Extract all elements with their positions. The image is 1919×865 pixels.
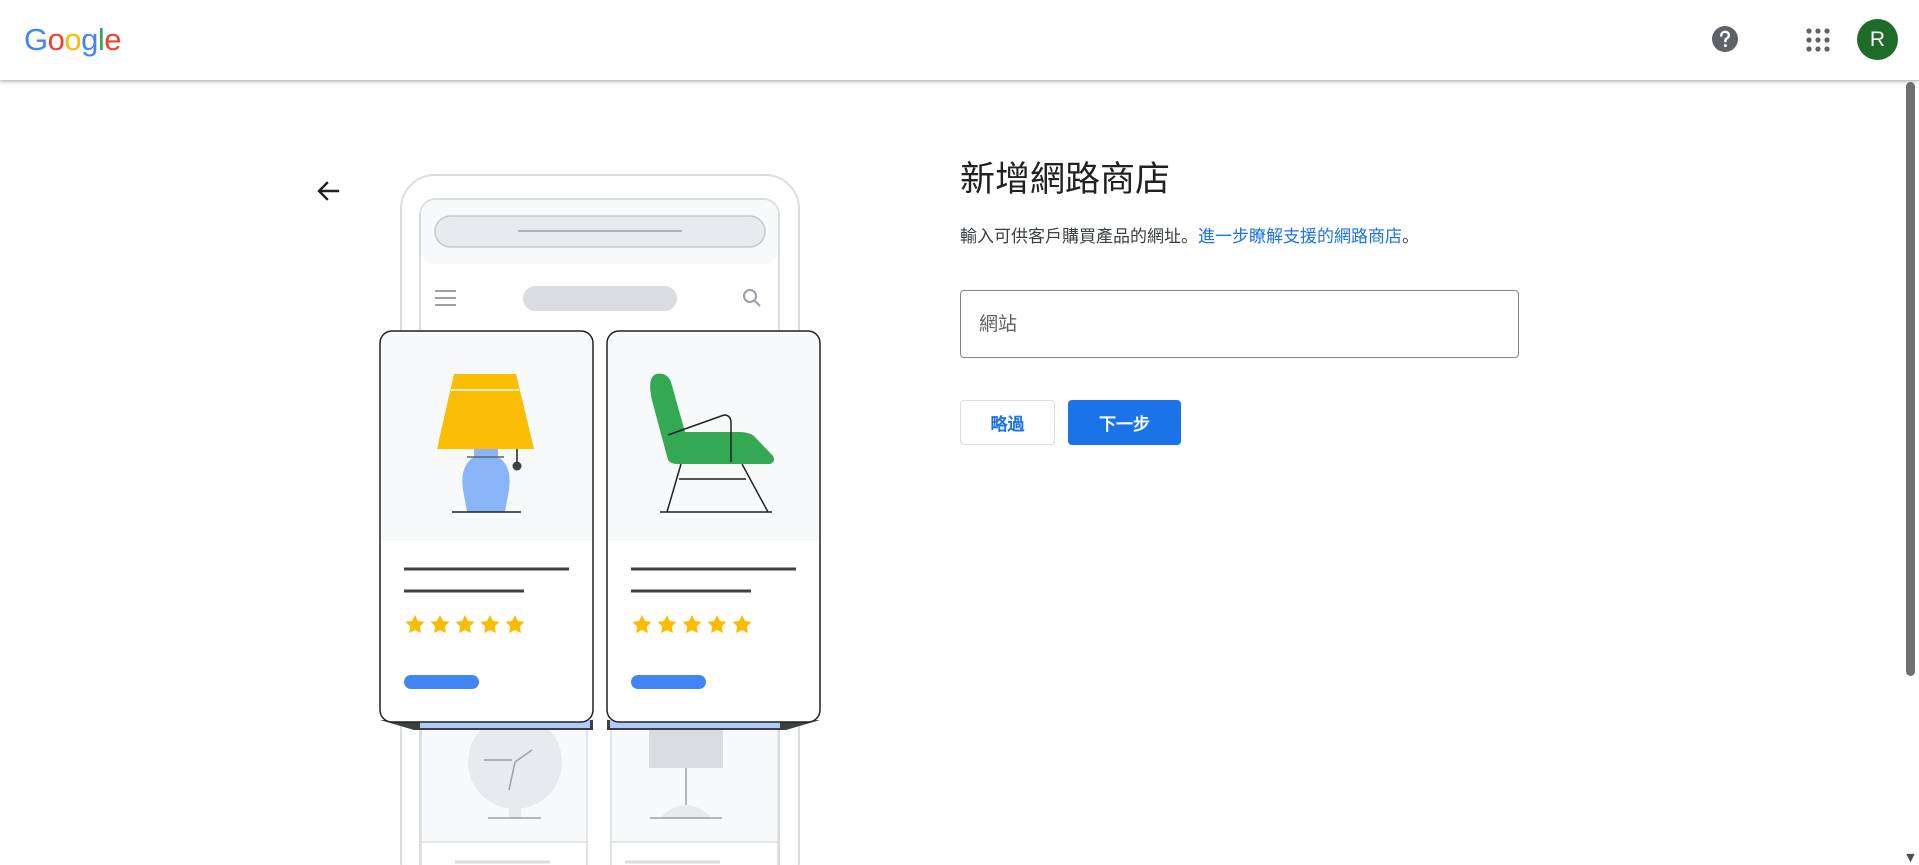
description-end: 。 <box>1402 227 1419 247</box>
account-avatar[interactable]: R <box>1857 19 1898 60</box>
arrow-back-icon <box>317 181 340 201</box>
product-card-chair <box>606 330 821 723</box>
back-button[interactable] <box>313 176 343 206</box>
online-store-illustration <box>379 174 821 865</box>
page-description: 輸入可供客戶購買產品的網址。進一步瞭解支援的網路商店。 <box>960 225 1419 249</box>
website-input[interactable] <box>961 291 1499 357</box>
logo-letter: o <box>47 22 65 57</box>
description-text: 輸入可供客戶購買產品的網址。 <box>960 227 1198 247</box>
top-app-bar: Google R <box>0 0 1919 80</box>
learn-more-link[interactable]: 進一步瞭解支援的網路商店 <box>1198 227 1402 247</box>
skip-button[interactable]: 略過 <box>960 400 1055 445</box>
website-field[interactable] <box>960 290 1519 358</box>
next-button[interactable]: 下一步 <box>1068 400 1181 445</box>
help-button[interactable] <box>1710 24 1740 54</box>
page-title: 新增網路商店 <box>960 160 1171 200</box>
apps-grid-icon <box>1806 28 1830 52</box>
help-circle-icon <box>1712 26 1738 52</box>
google-logo[interactable]: Google <box>24 22 122 58</box>
logo-letter: o <box>64 22 82 57</box>
logo-letter: G <box>24 22 48 57</box>
logo-letter: e <box>104 22 122 57</box>
google-apps-button[interactable] <box>1804 26 1832 54</box>
scrollbar-thumb[interactable] <box>1906 82 1915 676</box>
product-card-lamp <box>379 330 594 723</box>
scroll-down-arrow-icon[interactable]: ▼ <box>1902 851 1919 865</box>
logo-letter: g <box>81 22 98 57</box>
